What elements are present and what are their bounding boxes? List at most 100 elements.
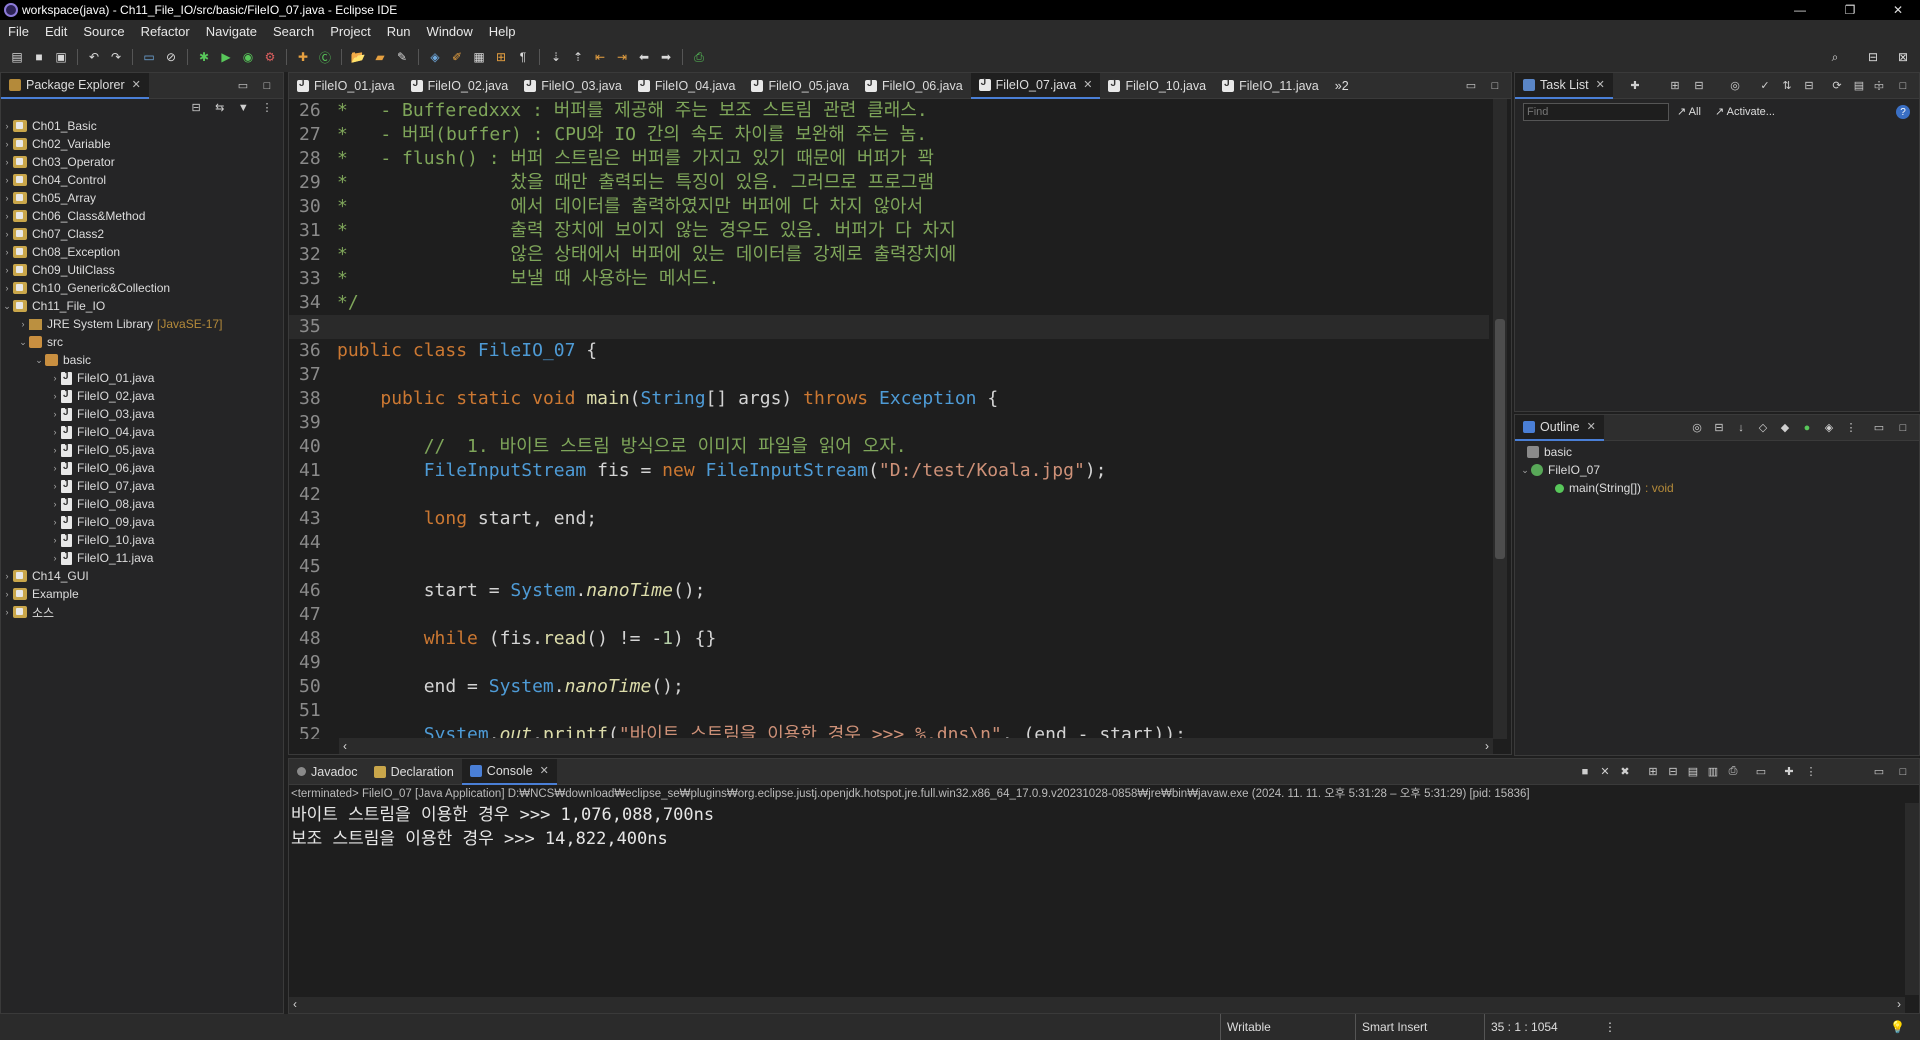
- tab-fileio-06[interactable]: FileIO_06.java: [857, 73, 971, 99]
- chevron-right-icon[interactable]: ›: [1, 229, 13, 239]
- tree-item[interactable]: ⌄ Ch11_File_IO: [1, 297, 283, 315]
- coverage-icon[interactable]: ◉: [239, 48, 257, 66]
- tree-item-file[interactable]: › FileIO_06.java: [1, 459, 283, 477]
- code-line[interactable]: 35: [289, 315, 1489, 339]
- code-line[interactable]: 27 * - 버퍼(buffer) : CPU와 IO 간의 속도 차이를 보완해…: [289, 123, 1489, 147]
- chevron-right-icon[interactable]: ›: [1, 193, 13, 203]
- minimize-view-icon[interactable]: ▭: [1872, 79, 1886, 93]
- activate-link[interactable]: ↗ Activate...: [1715, 105, 1775, 118]
- categorized-icon[interactable]: ⊞: [1668, 79, 1682, 93]
- chevron-right-icon[interactable]: ›: [49, 481, 61, 491]
- view-menu-icon[interactable]: ⋮: [260, 101, 274, 115]
- menu-file[interactable]: File: [0, 24, 37, 39]
- menu-run[interactable]: Run: [379, 24, 419, 39]
- code-line[interactable]: 29 * 찼을 때만 출력되는 특징이 있음. 그러므로 프로그램: [289, 171, 1489, 195]
- tab-package-explorer[interactable]: Package Explorer ✕: [1, 72, 149, 99]
- forward-edit-icon[interactable]: ⇥: [613, 48, 631, 66]
- word-wrap-icon[interactable]: ⊟: [1666, 765, 1680, 779]
- task-find-input[interactable]: [1523, 103, 1669, 121]
- new-task-icon[interactable]: ✚: [1628, 79, 1642, 93]
- code-line[interactable]: 31 * 출력 장치에 보이지 않는 경우도 있음. 버퍼가 다 차지: [289, 219, 1489, 243]
- sort-icon[interactable]: ↓: [1734, 421, 1748, 435]
- hide-fields-icon[interactable]: ◇: [1756, 421, 1770, 435]
- minimize-view-icon[interactable]: ▭: [1464, 79, 1478, 93]
- code-line[interactable]: 32 * 않은 상태에서 버퍼에 있는 데이터를 강제로 출력장치에: [289, 243, 1489, 267]
- chevron-right-icon[interactable]: ›: [1, 607, 13, 617]
- minimize-view-icon[interactable]: ▭: [236, 79, 250, 93]
- chevron-right-icon[interactable]: ›: [1, 247, 13, 257]
- tab-fileio-02[interactable]: FileIO_02.java: [403, 73, 517, 99]
- new-java-project-icon[interactable]: ✚: [294, 48, 312, 66]
- code-line[interactable]: 37: [289, 363, 1489, 387]
- pin-console-icon[interactable]: ⎙: [1726, 765, 1740, 779]
- chevron-right-icon[interactable]: ›: [1485, 739, 1489, 753]
- collapse-all-icon[interactable]: ⊟: [189, 101, 203, 115]
- tree-item[interactable]: › Ch08_Exception: [1, 243, 283, 261]
- help-icon[interactable]: ?: [1896, 105, 1910, 119]
- terminate-icon[interactable]: ■: [1578, 765, 1592, 779]
- terminal-icon[interactable]: ▭: [140, 48, 158, 66]
- tree-item-src[interactable]: ⌄ src: [1, 333, 283, 351]
- code-line[interactable]: 47: [289, 603, 1489, 627]
- tree-item-package[interactable]: ⌄ basic: [1, 351, 283, 369]
- outline-item-package[interactable]: basic: [1515, 443, 1919, 461]
- skip-breakpoints-icon[interactable]: ⊘: [162, 48, 180, 66]
- tree-item[interactable]: › 소스: [1, 603, 283, 621]
- tree-item-file[interactable]: › FileIO_10.java: [1, 531, 283, 549]
- chevron-right-icon[interactable]: ›: [49, 391, 61, 401]
- code-area[interactable]: 26 * - Bufferedxxx : 버퍼를 제공해 주는 보조 스트림 관련…: [289, 99, 1489, 739]
- tab-fileio-07[interactable]: FileIO_07.java ✕: [970, 72, 1101, 99]
- tab-overflow[interactable]: »2: [1327, 73, 1357, 99]
- tab-outline[interactable]: Outline ✕: [1515, 414, 1604, 441]
- hide-local-types-icon[interactable]: ◈: [1822, 421, 1836, 435]
- tree-item[interactable]: › Ch04_Control: [1, 171, 283, 189]
- debug-icon[interactable]: ✱: [195, 48, 213, 66]
- code-line[interactable]: 48 while (fis.read() != -1) {}: [289, 627, 1489, 651]
- whitespace-icon[interactable]: ¶: [514, 48, 532, 66]
- outline-item-method[interactable]: main(String[]): void: [1515, 479, 1919, 497]
- open-console-icon[interactable]: ✚: [1782, 765, 1796, 779]
- tree-item[interactable]: › Example: [1, 585, 283, 603]
- chevron-right-icon[interactable]: ›: [1, 211, 13, 221]
- code-line[interactable]: 33 * 보낼 때 사용하는 메서드.: [289, 267, 1489, 291]
- code-line[interactable]: 44: [289, 531, 1489, 555]
- tree-item[interactable]: › Ch01_Basic: [1, 117, 283, 135]
- all-filter[interactable]: ↗ All: [1677, 105, 1701, 118]
- minimize-button[interactable]: —: [1780, 0, 1820, 20]
- tip-icon[interactable]: 💡: [1890, 1020, 1905, 1034]
- tab-fileio-04[interactable]: FileIO_04.java: [630, 73, 744, 99]
- chevron-right-icon[interactable]: ›: [1, 157, 13, 167]
- tree-item[interactable]: › Ch03_Operator: [1, 153, 283, 171]
- chevron-right-icon[interactable]: ›: [17, 319, 29, 329]
- chevron-right-icon[interactable]: ›: [49, 553, 61, 563]
- tree-item-jre[interactable]: › JRE System Library [JavaSE-17]: [1, 315, 283, 333]
- menu-search[interactable]: Search: [265, 24, 322, 39]
- console-output[interactable]: 바이트 스트림을 이용한 경우 >>> 1,076,088,700ns 보조 스…: [291, 803, 714, 851]
- close-icon[interactable]: ✕: [1083, 78, 1092, 91]
- forward-icon[interactable]: ➡: [657, 48, 675, 66]
- tree-item-file[interactable]: › FileIO_11.java: [1, 549, 283, 567]
- tree-item[interactable]: › Ch06_Class&Method: [1, 207, 283, 225]
- code-line[interactable]: 45: [289, 555, 1489, 579]
- new-class-icon[interactable]: Ⓒ: [316, 48, 334, 66]
- tab-fileio-03[interactable]: FileIO_03.java: [516, 73, 630, 99]
- menu-help[interactable]: Help: [481, 24, 524, 39]
- view-menu-icon[interactable]: ⋮: [1844, 421, 1858, 435]
- chevron-right-icon[interactable]: ›: [49, 535, 61, 545]
- hide-completed-icon[interactable]: ✓: [1758, 79, 1772, 93]
- status-menu-icon[interactable]: ⋮: [1604, 1020, 1616, 1034]
- close-button[interactable]: ✕: [1878, 0, 1918, 20]
- scroll-thumb[interactable]: [1495, 319, 1505, 559]
- tree-item-file[interactable]: › FileIO_09.java: [1, 513, 283, 531]
- chevron-right-icon[interactable]: ›: [1, 175, 13, 185]
- code-line[interactable]: 52 System.out.printf("바이트 스트림을 이용한 경우 >>…: [289, 723, 1489, 739]
- sort-icon[interactable]: ⇅: [1780, 79, 1794, 93]
- search-icon[interactable]: ⌕: [1826, 48, 1844, 66]
- redo-icon[interactable]: ↷: [107, 48, 125, 66]
- collapse-all-icon[interactable]: ⊟: [1712, 421, 1726, 435]
- code-line[interactable]: 50 end = System.nanoTime();: [289, 675, 1489, 699]
- code-line[interactable]: 34 */: [289, 291, 1489, 315]
- editor-horizontal-scrollbar[interactable]: ‹ ›: [339, 738, 1493, 754]
- chevron-right-icon[interactable]: ›: [49, 445, 61, 455]
- chevron-down-icon[interactable]: ⌄: [1519, 465, 1531, 476]
